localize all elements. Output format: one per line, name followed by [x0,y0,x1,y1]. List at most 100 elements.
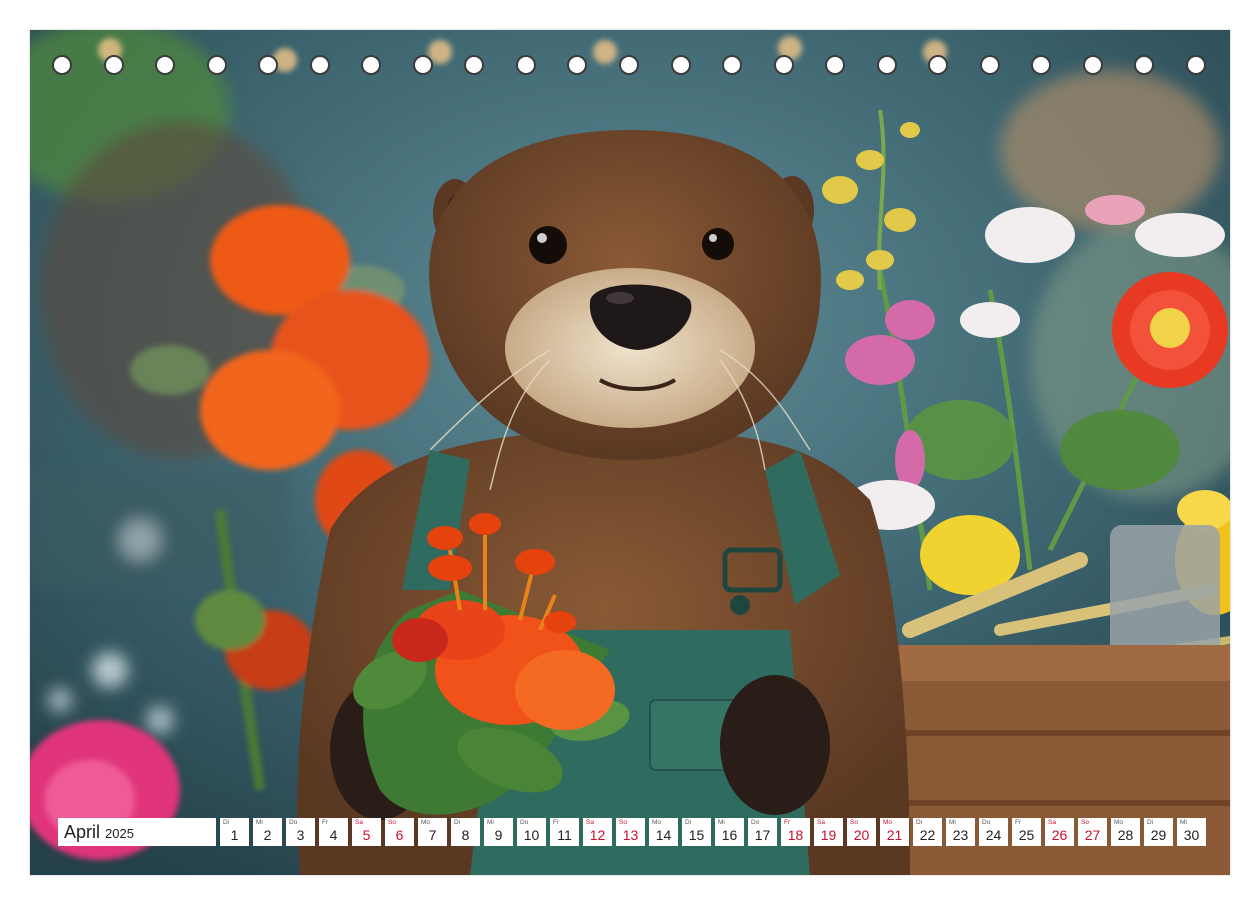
day-number: 12 [589,827,606,843]
day-number: 6 [395,827,404,843]
weekday-label: Sa [355,819,363,826]
weekday-label: Fr [322,819,329,826]
day-cell: Di 8 [451,818,480,846]
day-number: 17 [754,827,771,843]
day-cell: Do 10 [517,818,546,846]
day-cell: Do 17 [748,818,777,846]
weekday-label: Fr [553,819,560,826]
day-cell: So 20 [847,818,876,846]
day-number: 23 [952,827,969,843]
weekday-label: So [1081,819,1089,826]
day-cell: Fr 11 [550,818,579,846]
weekday-label: Mo [1114,819,1124,826]
binding-hole [567,55,588,75]
weekday-label: Do [982,819,991,826]
binding-hole [670,55,691,75]
day-number: 7 [428,827,437,843]
weekday-label: Fr [784,819,791,826]
weekday-label: Mi [718,819,725,826]
binding-hole [206,55,227,75]
weekday-label: Mo [883,819,893,826]
binding-hole [464,55,485,75]
month-label-box: April 2025 [58,818,216,846]
day-cell: Mo 7 [418,818,447,846]
weekday-label: Di [454,819,461,826]
weekday-label: So [850,819,858,826]
binding-hole [979,55,1000,75]
day-cell: So 6 [385,818,414,846]
weekday-label: So [619,819,627,826]
day-cell: Sa 5 [352,818,381,846]
binding-hole [1082,55,1103,75]
day-number: 16 [721,827,738,843]
binding-holes [30,30,1230,100]
day-cell: Sa 26 [1045,818,1074,846]
weekday-label: Mo [421,819,431,826]
day-cell: Mi 2 [253,818,282,846]
weekday-label: Mi [256,819,263,826]
day-number: 9 [494,827,503,843]
weekday-label: Di [916,819,923,826]
weekday-label: Di [223,819,230,826]
day-cell: Fr 4 [319,818,348,846]
day-number: 3 [296,827,305,843]
binding-hole [361,55,382,75]
day-number: 19 [820,827,837,843]
weekday-label: Mo [652,819,662,826]
day-cell: Mo 14 [649,818,678,846]
binding-hole [876,55,897,75]
day-number: 26 [1051,827,1068,843]
day-cell: Di 22 [913,818,942,846]
day-cell: Sa 12 [583,818,612,846]
day-cell: Mi 23 [946,818,975,846]
day-number: 4 [329,827,338,843]
binding-hole [1134,55,1155,75]
day-cell: Sa 19 [814,818,843,846]
binding-hole [103,55,124,75]
binding-hole [928,55,949,75]
weekday-label: Sa [817,819,825,826]
day-cell: Do 3 [286,818,315,846]
year: 2025 [105,826,134,841]
weekday-label: So [388,819,396,826]
binding-hole [722,55,743,75]
binding-hole [825,55,846,75]
month-name: April [64,821,101,842]
weekday-label: Sa [586,819,594,826]
weekday-label: Do [751,819,760,826]
day-number: 2 [263,827,272,843]
binding-hole [309,55,330,75]
weekday-label: Mi [1180,819,1187,826]
weekday-label: Di [1147,819,1154,826]
day-number: 18 [787,827,804,843]
binding-hole [155,55,176,75]
binding-hole [258,55,279,75]
day-cell: Fr 25 [1012,818,1041,846]
day-cell: Mi 9 [484,818,513,846]
day-number: 22 [919,827,936,843]
binding-hole [619,55,639,75]
day-number: 24 [985,827,1002,843]
day-number: 13 [622,827,639,843]
calendar-page: April 2025 Di 1 Mi 2 Do 3 Fr 4 Sa 5 So 6 Mo 7 Di 8 Mi 9 Do… [30,30,1230,875]
binding-hole [1031,55,1052,75]
day-number: 10 [523,827,540,843]
day-cell: Mi 30 [1177,818,1206,846]
day-number: 14 [655,827,672,843]
binding-hole [412,55,433,75]
day-number: 27 [1084,827,1101,843]
weekday-label: Fr [1015,819,1022,826]
day-cell: Do 24 [979,818,1008,846]
binding-hole [52,55,72,75]
day-cell: Di 29 [1144,818,1173,846]
day-number: 28 [1117,827,1134,843]
weekday-label: Do [520,819,529,826]
day-number: 20 [853,827,870,843]
calendar-strip: April 2025 Di 1 Mi 2 Do 3 Fr 4 Sa 5 So 6 Mo 7 Di 8 Mi 9 Do… [58,818,1206,846]
binding-hole [773,55,794,75]
weekday-label: Sa [1048,819,1056,826]
day-number: 5 [362,827,371,843]
day-cell: Fr 18 [781,818,810,846]
day-number: 29 [1150,827,1167,843]
weekday-label: Mi [487,819,494,826]
